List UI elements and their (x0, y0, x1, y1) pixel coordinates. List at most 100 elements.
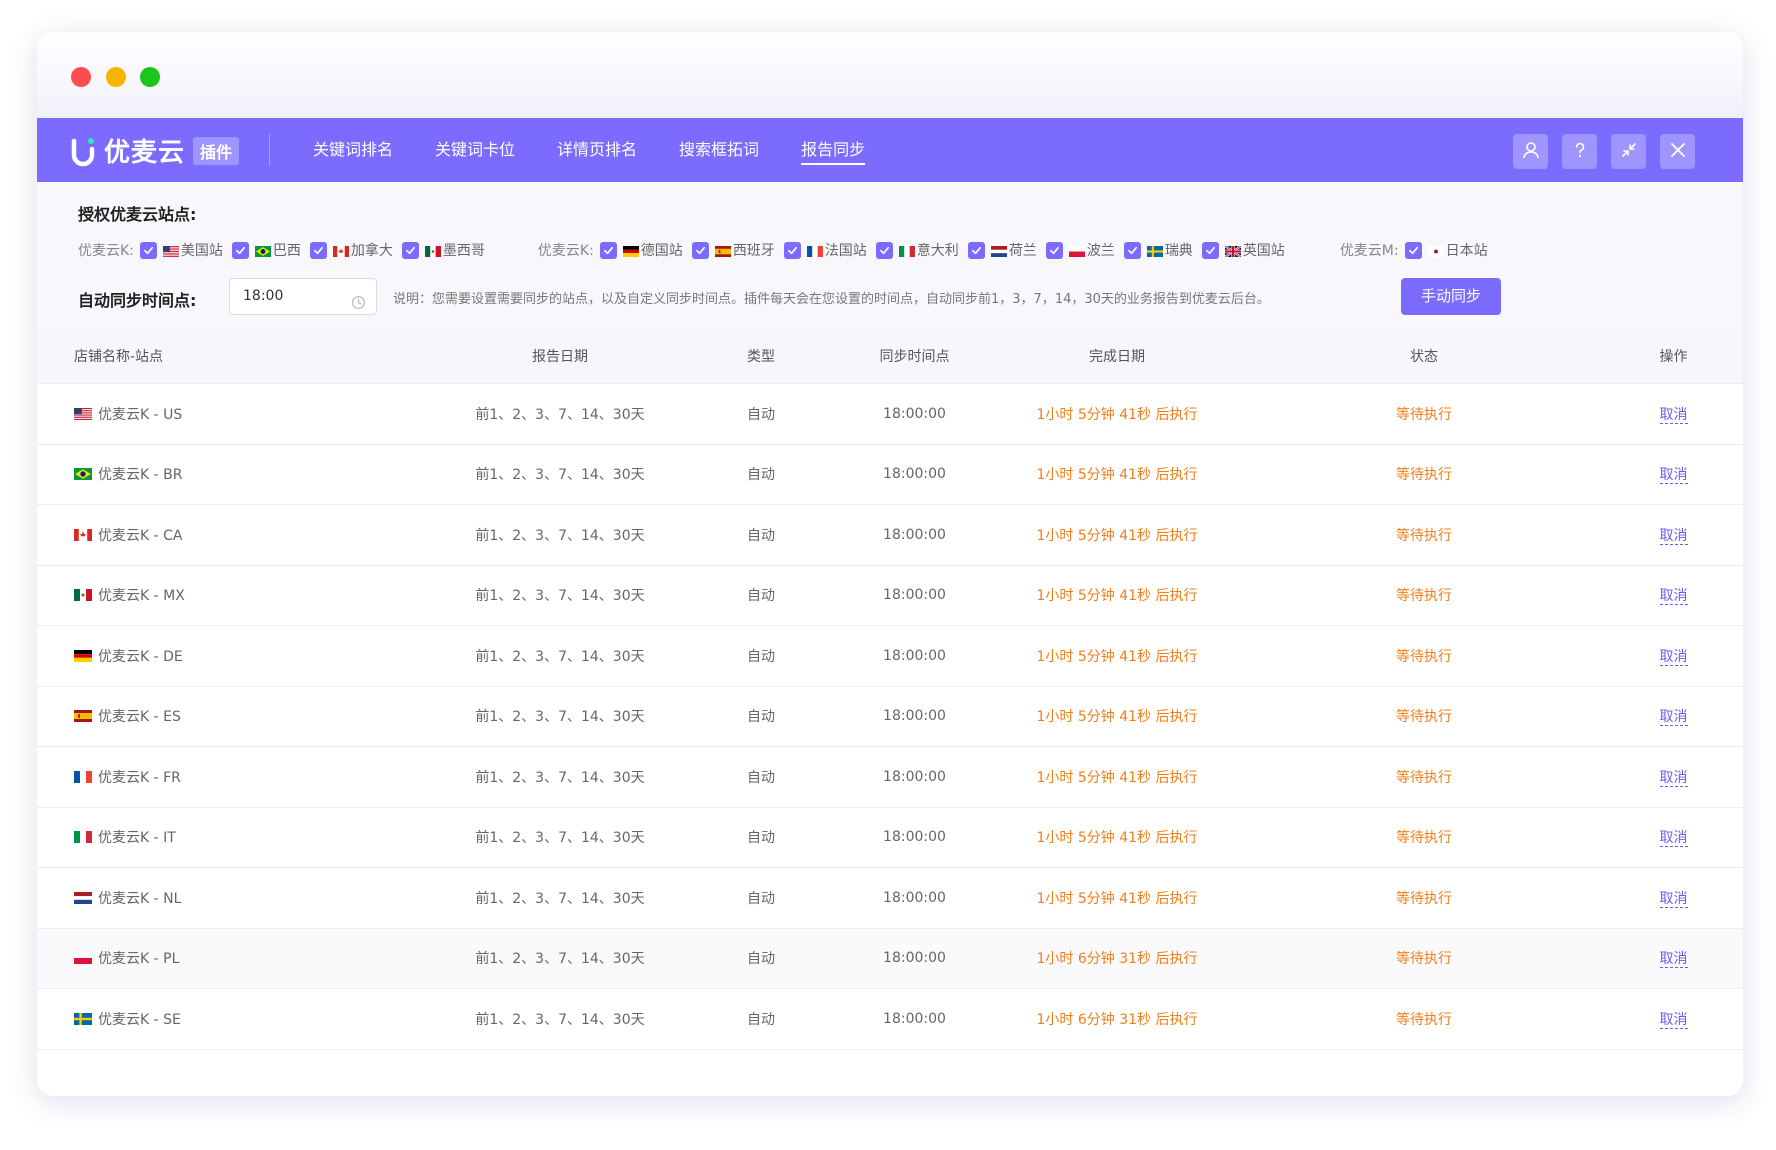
it-flag-icon (898, 245, 915, 257)
nav-tab-2[interactable]: 关键词卡位 (435, 118, 515, 182)
manual-sync-button[interactable]: 手动同步 (1401, 278, 1501, 315)
report-date-cell: 前1、2、3、7、14、30天 (475, 709, 645, 726)
store-cell: 优麦云K - IT (37, 827, 437, 847)
cancel-link[interactable]: 取消 (1659, 951, 1688, 969)
completion-cell: 1小时 5分钟 41秒 后执行 (1036, 588, 1198, 605)
site-checkbox-br[interactable]: 巴西 (231, 240, 301, 260)
status-cell: 等待执行 (1396, 769, 1452, 786)
site-checkbox-nl[interactable]: 荷兰 (967, 240, 1037, 260)
table-header: 店铺名称-站点 报告日期 类型 同步时间点 完成日期 状态 操作 (37, 328, 1743, 384)
table-row: 优麦云K - US 前1、2、3、7、14、30天 自动 18:00:00 1小时 5分… (37, 384, 1743, 445)
minimize-icon (1619, 140, 1639, 164)
checkbox-checked-icon[interactable] (401, 241, 419, 259)
table-row: 优麦云K - PL 前1、2、3、7、14、30天 自动 18:00:00 1小时 6分… (37, 928, 1743, 989)
checkbox-checked-icon[interactable] (1123, 241, 1141, 259)
user-button[interactable] (1513, 134, 1548, 169)
checkbox-checked-icon[interactable] (1201, 241, 1219, 259)
minimize-button[interactable] (1611, 134, 1646, 169)
help-button[interactable] (1562, 134, 1597, 169)
cancel-link[interactable]: 取消 (1659, 588, 1688, 606)
operation-cell: 取消 (1604, 404, 1743, 424)
store-cell: 优麦云K - FR (37, 767, 437, 787)
site-checkbox-it[interactable]: 意大利 (875, 240, 959, 260)
site-checkbox-ca[interactable]: 加拿大 (309, 240, 393, 260)
nav-tab-3[interactable]: 详情页排名 (557, 118, 637, 182)
site-checkbox-pl[interactable]: 波兰 (1045, 240, 1115, 260)
column-header: 完成日期 (1089, 348, 1145, 365)
checkbox-checked-icon[interactable] (691, 241, 709, 259)
checkbox-checked-icon[interactable] (231, 241, 249, 259)
cancel-link[interactable]: 取消 (1659, 769, 1688, 787)
sync-time-cell: 18:00:00 (883, 889, 946, 906)
type-cell: 自动 (747, 648, 775, 665)
store-cell: 优麦云K - PL (37, 948, 437, 968)
ca-flag-icon (74, 528, 92, 541)
report-date-cell: 前1、2、3、7、14、30天 (475, 1011, 645, 1028)
checkbox-checked-icon[interactable] (139, 241, 157, 259)
completion-cell: 1小时 5分钟 41秒 后执行 (1036, 467, 1198, 484)
operation-cell: 取消 (1604, 1009, 1743, 1029)
close-button[interactable] (1660, 134, 1695, 169)
checkbox-checked-icon[interactable] (599, 241, 617, 259)
jp-flag-icon (1427, 245, 1444, 257)
checkbox-checked-icon[interactable] (309, 241, 327, 259)
status-cell: 等待执行 (1396, 648, 1452, 665)
cancel-link[interactable]: 取消 (1659, 1011, 1688, 1029)
table-row: 优麦云K - DE 前1、2、3、7、14、30天 自动 18:00:00 1小时 5分… (37, 626, 1743, 687)
checkbox-checked-icon[interactable] (1045, 241, 1063, 259)
checkbox-checked-icon[interactable] (875, 241, 893, 259)
cancel-link[interactable]: 取消 (1659, 709, 1688, 727)
type-cell: 自动 (747, 769, 775, 786)
site-checkbox-es[interactable]: 西班牙 (691, 240, 775, 260)
nav-tab-4[interactable]: 搜索框拓词 (679, 118, 759, 182)
pl-flag-icon (73, 952, 93, 965)
completion-cell: 1小时 5分钟 41秒 后执行 (1036, 830, 1198, 847)
checkbox-checked-icon[interactable] (1404, 241, 1422, 259)
cancel-link[interactable]: 取消 (1659, 890, 1688, 908)
cancel-link[interactable]: 取消 (1659, 406, 1688, 424)
maximize-window-dot[interactable] (140, 67, 160, 87)
site-name: 瑞典 (1164, 243, 1193, 259)
checkbox-checked-icon[interactable] (783, 241, 801, 259)
type-cell: 自动 (747, 830, 775, 847)
nav-tab-1[interactable]: 关键词排名 (313, 118, 393, 182)
report-date-cell: 前1、2、3、7、14、30天 (475, 769, 645, 786)
us-flag-icon (74, 407, 92, 420)
site-checkbox-gb[interactable]: 英国站 (1201, 240, 1285, 260)
close-window-dot[interactable] (71, 67, 91, 87)
site-checkbox-jp[interactable]: 日本站 (1404, 240, 1488, 260)
clock-icon (351, 289, 366, 324)
cancel-link[interactable]: 取消 (1659, 648, 1688, 666)
nl-flag-icon (74, 891, 92, 904)
checkbox-checked-icon[interactable] (967, 241, 985, 259)
site-checkbox-mx[interactable]: 墨西哥 (401, 240, 485, 260)
table-row: 优麦云K - NL 前1、2、3、7、14、30天 自动 18:00:00 1小时 5分… (37, 868, 1743, 929)
sync-time-cell: 18:00:00 (883, 950, 946, 967)
site-checkbox-se[interactable]: 瑞典 (1123, 240, 1193, 260)
sync-time-cell: 18:00:00 (883, 587, 946, 604)
site-checkbox-fr[interactable]: 法国站 (783, 240, 867, 260)
status-cell: 等待执行 (1396, 588, 1452, 605)
operation-cell: 取消 (1604, 646, 1743, 666)
sync-time-cell: 18:00:00 (883, 526, 946, 543)
nav-tab-5[interactable]: 报告同步 (801, 118, 866, 182)
minimize-window-dot[interactable] (106, 67, 126, 87)
sync-time-input[interactable]: 18:00 (229, 278, 377, 315)
cancel-link[interactable]: 取消 (1659, 830, 1688, 848)
es-flag-icon (714, 245, 731, 257)
table-body: 优麦云K - US 前1、2、3、7、14、30天 自动 18:00:00 1小时 5分… (37, 384, 1743, 1050)
type-cell: 自动 (747, 406, 775, 423)
it-flag-icon (74, 831, 92, 844)
site-checkbox-de[interactable]: 德国站 (599, 240, 683, 260)
site-checkbox-us[interactable]: 美国站 (139, 240, 223, 260)
table-row: 优麦云K - BR 前1、2、3、7、14、30天 自动 18:00:00 1小时 5分… (37, 444, 1743, 505)
brand-name: 优麦云 (104, 138, 186, 168)
sync-time-cell: 18:00:00 (883, 708, 946, 725)
column-header: 操作 (1659, 348, 1688, 365)
site-name: 西班牙 (732, 243, 775, 259)
cancel-link[interactable]: 取消 (1659, 467, 1688, 485)
operation-cell: 取消 (1604, 827, 1743, 848)
site-name: 墨西哥 (442, 243, 485, 259)
cancel-link[interactable]: 取消 (1659, 527, 1688, 545)
status-cell: 等待执行 (1396, 406, 1452, 423)
